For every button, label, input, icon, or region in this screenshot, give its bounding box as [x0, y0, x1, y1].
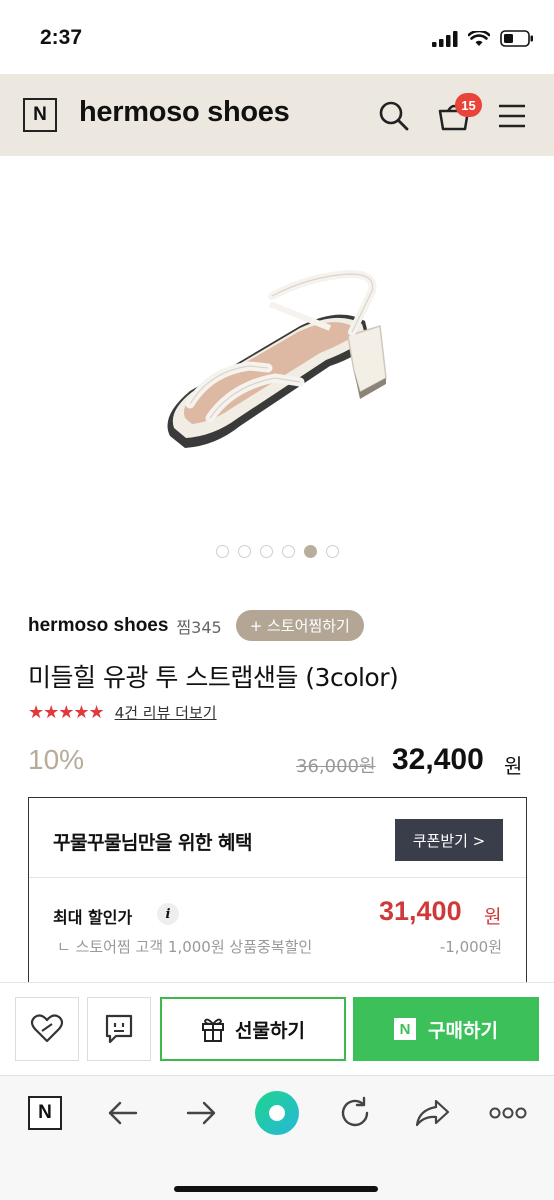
review-link[interactable]: 4건 리뷰 더보기	[115, 702, 217, 723]
wishlist-button[interactable]	[15, 997, 79, 1061]
benefit-box: 꾸물꾸물님만을 위한 혜택 쿠폰받기 > 최대 할인가 i 31,400 원 ㄴ…	[28, 797, 527, 997]
carousel-dot[interactable]	[215, 545, 229, 558]
rating-stars: ★★★★★	[28, 702, 105, 723]
gift-button[interactable]: 선물하기	[160, 997, 346, 1061]
naver-pay-icon: N	[394, 1018, 417, 1040]
green-dot-icon[interactable]	[254, 1090, 300, 1136]
coupon-button[interactable]: 쿠폰받기 >	[395, 819, 503, 861]
original-price: 36,000원	[296, 756, 376, 777]
max-discount-unit: 원	[484, 906, 502, 928]
product-image[interactable]	[0, 156, 554, 536]
status-icons	[432, 30, 534, 47]
sandal-image	[167, 269, 387, 448]
chat-icon	[105, 1014, 133, 1044]
cart-count-badge: 15	[455, 93, 482, 117]
signal-icon	[432, 30, 458, 47]
max-discount-price: 31,400	[379, 896, 462, 926]
wifi-icon	[468, 30, 490, 46]
store-fav-discount-label: ㄴ 스토어찜 고객 1,000원 상품중복할인	[57, 938, 313, 956]
browser-home-logo[interactable]: N	[28, 1096, 62, 1130]
sale-price-unit: 원	[504, 754, 523, 778]
carousel-dot-active[interactable]	[303, 545, 317, 558]
sale-price: 32,400	[392, 743, 484, 776]
share-icon[interactable]	[414, 1098, 450, 1128]
carousel-dot[interactable]	[325, 545, 339, 558]
carousel-dot[interactable]	[237, 545, 251, 558]
divider	[29, 877, 526, 878]
buy-label: 구매하기	[428, 1019, 498, 1042]
search-icon[interactable]	[378, 100, 410, 132]
carousel-dot[interactable]	[281, 545, 295, 558]
forward-icon[interactable]	[184, 1098, 218, 1128]
back-icon[interactable]	[106, 1098, 140, 1128]
menu-icon[interactable]	[498, 104, 526, 128]
heart-icon	[30, 1014, 64, 1043]
buy-button[interactable]: N 구매하기	[353, 997, 539, 1061]
seller-name[interactable]: hermoso shoes	[28, 615, 168, 637]
rating-row: ★★★★★ 4건 리뷰 더보기	[28, 702, 217, 723]
gift-label: 선물하기	[235, 1019, 305, 1042]
carousel-dot[interactable]	[259, 545, 273, 558]
benefit-title: 꾸물꾸물님만을 위한 혜택	[53, 832, 253, 854]
status-time: 2:37	[40, 26, 83, 49]
status-bar: 2:37	[0, 0, 554, 74]
action-bar: 선물하기 N 구매하기	[0, 982, 554, 1075]
store-fav-discount-value: -1,000원	[439, 938, 502, 956]
gift-icon	[202, 1018, 225, 1042]
more-icon[interactable]	[489, 1106, 527, 1120]
info-icon[interactable]: i	[157, 903, 179, 925]
product-title: 미들힐 유광 투 스트랩샌들 (3color)	[28, 663, 399, 692]
discount-rate: 10%	[28, 744, 85, 775]
seller-fav-count: 찜345	[176, 617, 222, 637]
refresh-icon[interactable]	[338, 1096, 372, 1130]
max-discount-label: 최대 할인가	[53, 908, 133, 927]
talk-button[interactable]	[87, 997, 151, 1061]
naver-logo[interactable]: N	[23, 98, 57, 132]
image-carousel-dots[interactable]	[0, 545, 554, 558]
home-indicator	[174, 1186, 378, 1192]
seller-row: hermoso shoes 찜345 + 스토어찜하기	[28, 610, 364, 641]
store-fav-button[interactable]: + 스토어찜하기	[235, 610, 364, 641]
battery-icon	[500, 30, 533, 47]
store-title[interactable]: hermoso shoes	[79, 96, 290, 129]
browser-toolbar: N	[0, 1075, 554, 1200]
